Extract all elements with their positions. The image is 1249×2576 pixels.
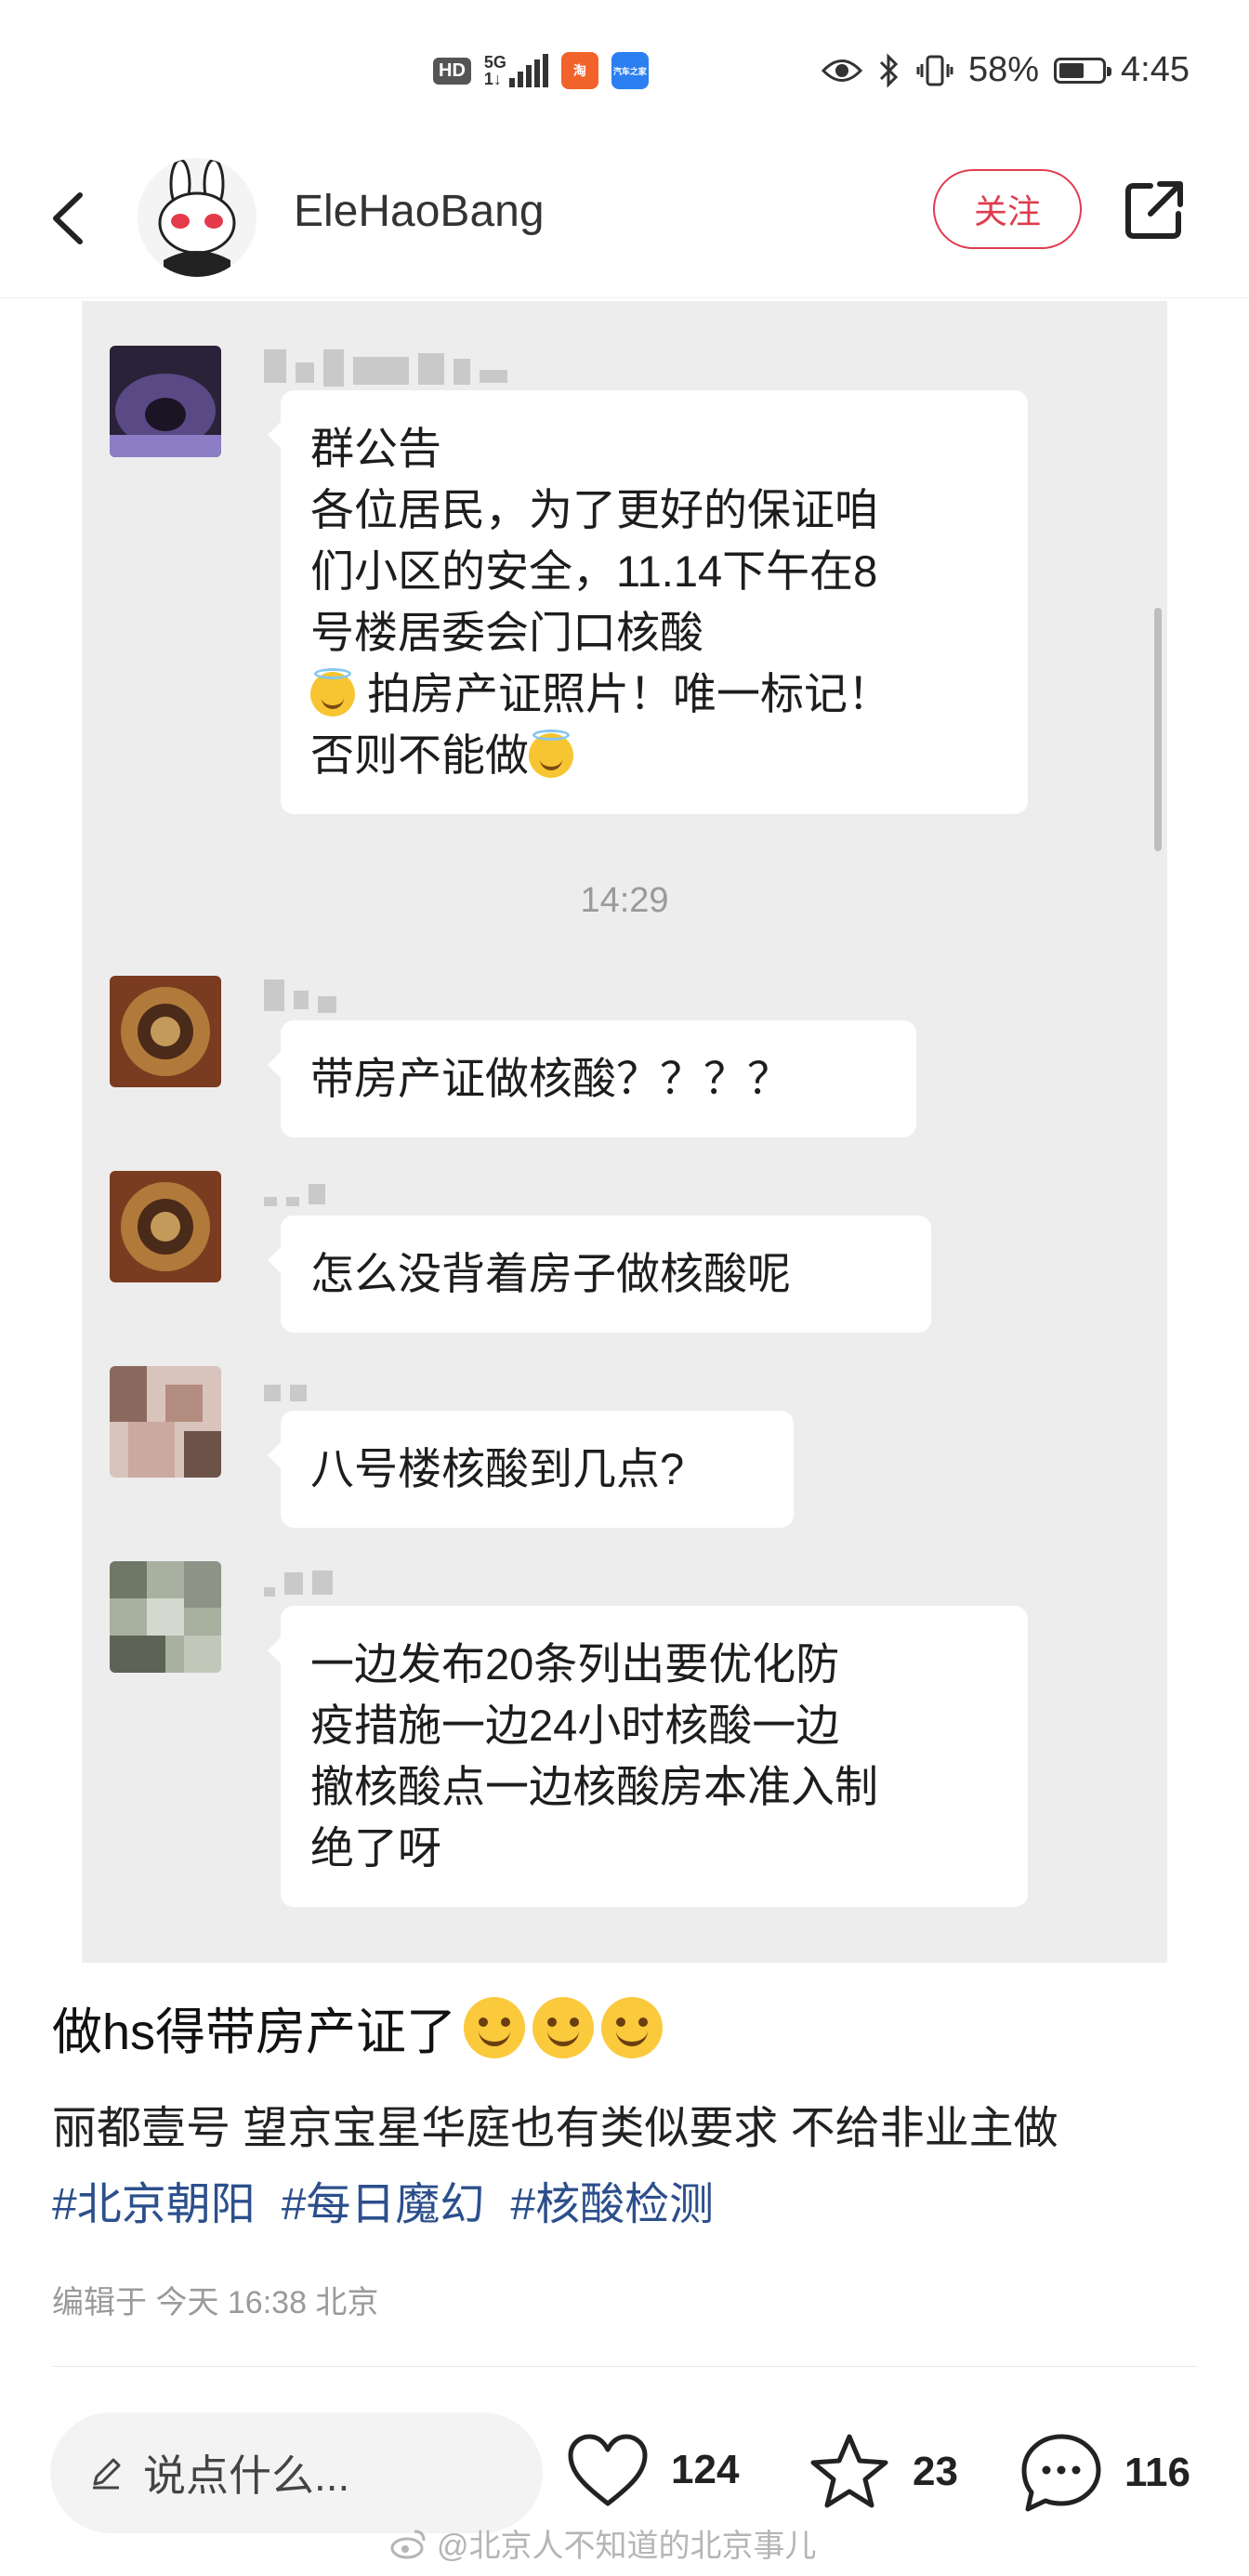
signal-icon: 5G 1↓	[484, 54, 548, 87]
author-username[interactable]: EleHaoBang	[294, 186, 545, 237]
hashtag-link[interactable]: #北京朝阳	[52, 2167, 256, 2232]
chat-screenshot-image[interactable]: 群公告 各位居民，为了更好的保证咱 们小区的安全，11.14下午在8 号楼居委会…	[82, 301, 1167, 1963]
comment-input[interactable]: 说点什么...	[50, 2412, 543, 2533]
smiling-halo-emoji-icon	[529, 729, 573, 778]
status-right: 58% 4:45	[821, 50, 1190, 90]
favorite-count: 23	[913, 2449, 958, 2494]
hashtag-link[interactable]: #核酸检测	[510, 2167, 714, 2232]
comments-button[interactable]: 116	[1019, 2431, 1190, 2515]
favorite-button[interactable]: 23	[807, 2431, 958, 2513]
autohome-app-icon: 汽车之家	[611, 52, 649, 89]
comment-count: 116	[1124, 2450, 1190, 2495]
share-icon[interactable]	[1123, 177, 1188, 242]
smiling-face-emoji-icon	[532, 1996, 595, 2058]
smiling-halo-emoji-icon	[310, 668, 355, 716]
chat-time-divider: 14:29	[580, 881, 669, 920]
blurred-sender-name	[264, 1175, 325, 1206]
divider	[52, 2366, 1197, 2367]
back-arrow-icon[interactable]	[43, 177, 99, 260]
chat-bubble: 八号楼核酸到几点?	[268, 1411, 794, 1528]
hashtag-link[interactable]: #每日魔幻	[282, 2167, 485, 2232]
chat-bubble: 怎么没背着房子做核酸呢	[268, 1216, 931, 1333]
like-button[interactable]: 124	[565, 2431, 739, 2509]
blurred-sender-name	[264, 1565, 333, 1597]
chat-avatar	[110, 976, 221, 1087]
taobao-app-icon: 淘	[560, 52, 598, 89]
heart-icon	[568, 2434, 648, 2506]
blurred-sender-name	[264, 1370, 307, 1401]
bluetooth-icon	[879, 52, 899, 88]
chat-avatar	[110, 1366, 221, 1478]
post-tags: #北京朝阳 #每日魔幻 #核酸检测	[52, 2167, 714, 2232]
post-title: 做hs得带房产证了	[52, 1991, 664, 2064]
chat-bubble: 一边发布20条列出要优化防 疫措施一边24小时核酸一边 撤核酸点一边核酸房本准入…	[268, 1606, 1028, 1907]
weibo-logo-icon	[390, 2530, 426, 2558]
vibrate-icon	[916, 55, 953, 85]
hd-badge: HD	[433, 57, 471, 85]
clock: 4:45	[1121, 50, 1190, 89]
chat-avatar	[110, 1561, 221, 1673]
blurred-sender-name	[264, 349, 507, 387]
post-header: EleHaoBang 关注	[0, 149, 1249, 298]
status-indicators: HD 5G 1↓ 淘 汽车之家	[433, 52, 649, 89]
weibo-watermark: @北京人不知道的北京事儿	[390, 2520, 817, 2566]
star-icon	[810, 2434, 888, 2508]
chat-avatar	[110, 346, 221, 457]
smiling-face-emoji-icon	[464, 1996, 526, 2058]
battery-icon	[1054, 57, 1112, 84]
like-count: 124	[671, 2447, 740, 2492]
blurred-sender-name	[264, 979, 336, 1013]
smiling-face-emoji-icon	[601, 1996, 664, 2058]
comment-placeholder: 说点什么...	[143, 2451, 350, 2500]
chat-bubble: 带房产证做核酸？？？？	[268, 1020, 916, 1137]
follow-button[interactable]: 关注	[933, 169, 1082, 249]
chat-bubble: 群公告 各位居民，为了更好的保证咱 们小区的安全，11.14下午在8 号楼居委会…	[268, 390, 1028, 814]
author-avatar[interactable]	[138, 158, 256, 277]
status-bar: HD 5G 1↓ 淘 汽车之家 58% 4:45	[0, 0, 1249, 149]
chat-avatar	[110, 1171, 221, 1282]
battery-percent: 58%	[967, 50, 1040, 89]
post-body: 丽都壹号 望京宝星华庭也有类似要求 不给非业主做	[52, 2104, 1058, 2153]
comment-bubble-icon	[1021, 2434, 1101, 2512]
chat-scrollbar	[1154, 608, 1162, 851]
edit-timestamp: 编辑于 今天 16:38 北京	[52, 2285, 379, 2320]
eye-icon	[821, 59, 862, 82]
pencil-icon	[93, 2458, 121, 2490]
